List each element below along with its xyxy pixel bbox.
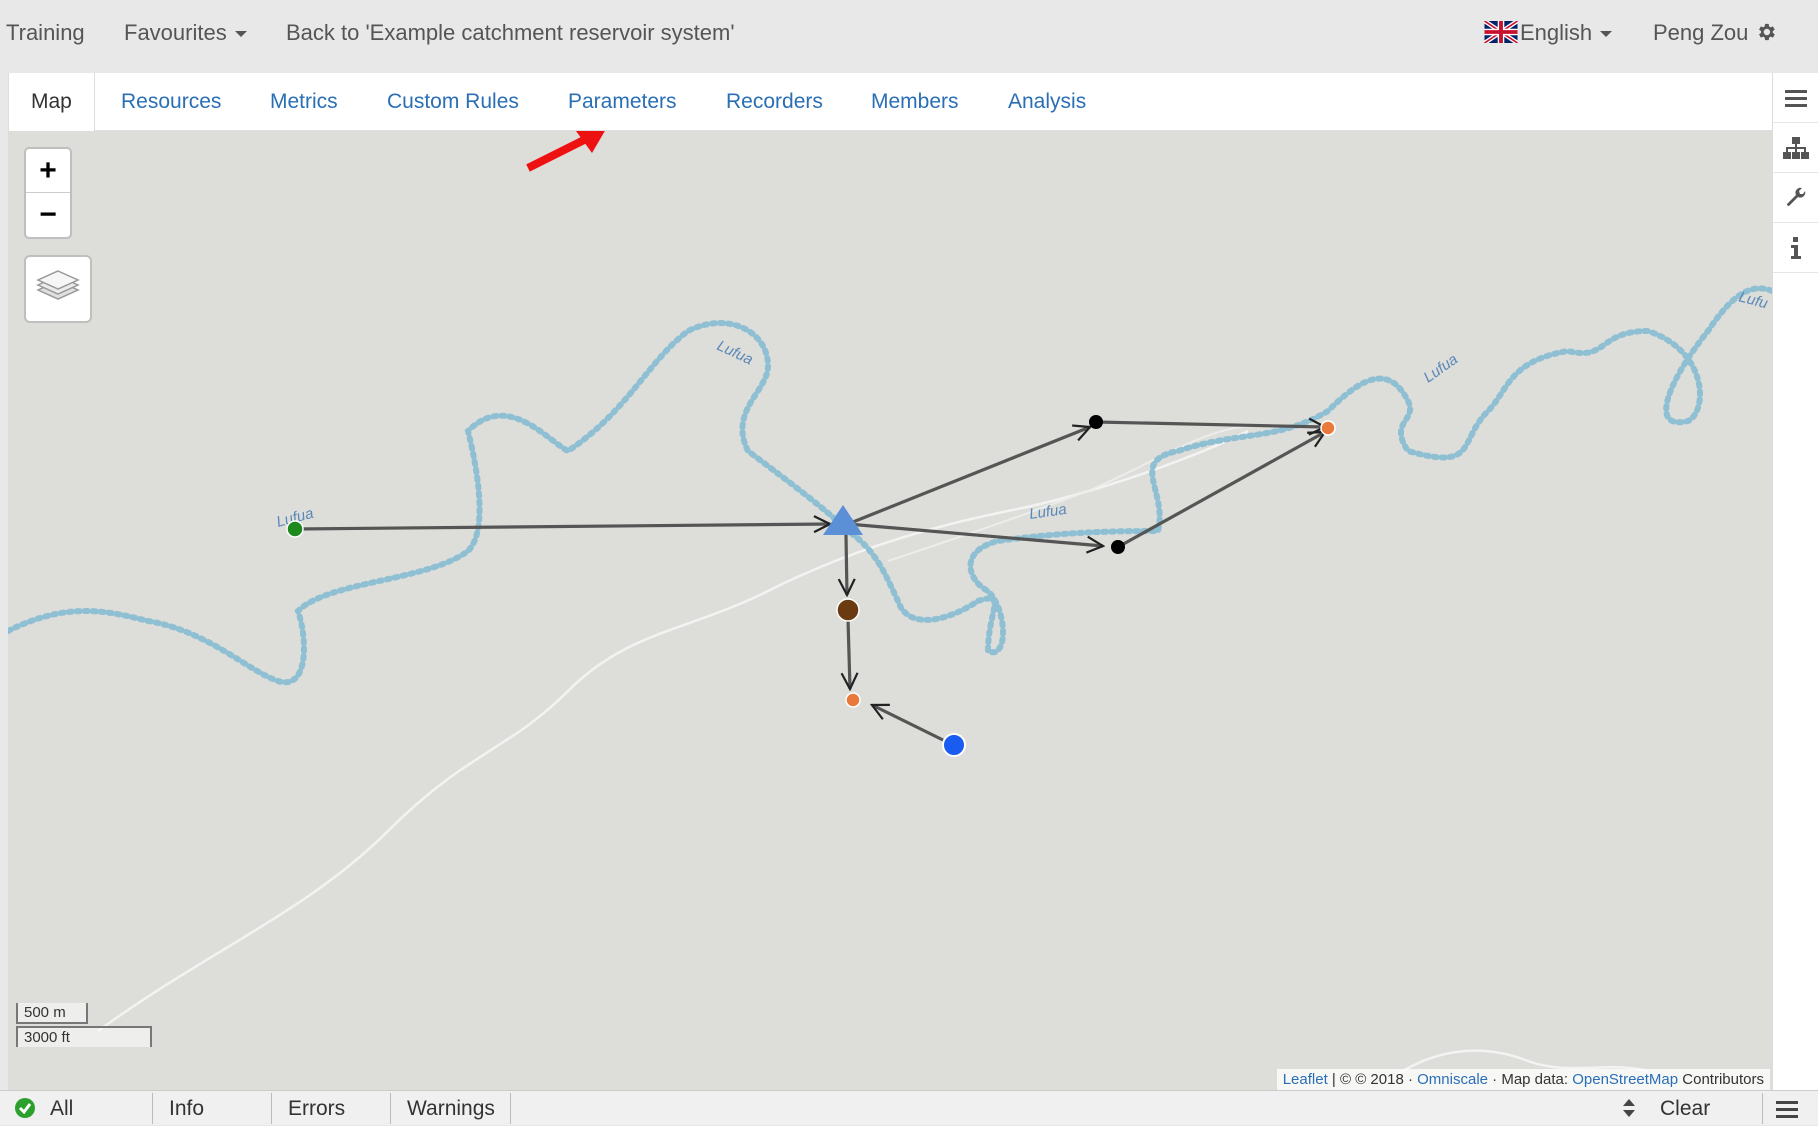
layers-button[interactable] [24, 255, 92, 323]
caret-down-icon [1600, 31, 1613, 38]
wrench-icon [1787, 187, 1806, 206]
zoom-out-button[interactable]: − [26, 193, 70, 237]
annotation-arrow [526, 131, 605, 172]
network-edge [848, 618, 850, 689]
favourites-dropdown[interactable]: Favourites [124, 20, 247, 46]
log-statusbar: All Info Errors Warnings Clear [0, 1090, 1818, 1125]
top-navbar: Training Favourites Back to 'Example cat… [0, 0, 1818, 70]
network-edge [846, 534, 847, 595]
user-name: Peng Zou [1653, 20, 1749, 45]
filter-all[interactable]: All [50, 1091, 73, 1126]
tab-members[interactable]: Members [871, 73, 959, 131]
filter-errors[interactable]: Errors [288, 1091, 345, 1126]
menu-button[interactable] [1773, 73, 1818, 123]
filter-warnings[interactable]: Warnings [407, 1091, 495, 1126]
network-edge [1117, 430, 1325, 549]
language-dropdown[interactable]: English [1484, 20, 1613, 46]
tab-resources[interactable]: Resources [121, 73, 221, 131]
clear-button[interactable]: Clear [1660, 1091, 1710, 1126]
attribution-text: · Map data: [1488, 1071, 1573, 1088]
language-label: English [1520, 20, 1593, 45]
tab-custom-rules[interactable]: Custom Rules [387, 73, 519, 131]
leaflet-link[interactable]: Leaflet [1283, 1071, 1328, 1088]
network-map: Lufua Lufua Lufua Lufua Lufu [8, 285, 1772, 1083]
tab-bar: Map Resources Metrics Custom Rules Param… [8, 73, 1772, 131]
uk-flag-icon [1484, 21, 1518, 43]
link-node[interactable] [1089, 415, 1103, 429]
river-label: Lufua [714, 337, 755, 368]
user-menu[interactable]: Peng Zou [1653, 20, 1777, 46]
scale-imperial: 3000 ft [16, 1026, 152, 1047]
network-edge [872, 703, 946, 743]
caret-down-icon [234, 31, 247, 38]
map-attribution: Leaflet | © © 2018 · Omniscale · Map dat… [1276, 1069, 1770, 1090]
hierarchy-icon [1783, 136, 1809, 159]
menu-icon [1785, 89, 1807, 107]
output-node[interactable] [845, 692, 861, 708]
training-link[interactable]: Training [6, 20, 85, 46]
river [8, 285, 1772, 686]
info-button[interactable] [1773, 223, 1818, 273]
network-edge [295, 524, 830, 529]
demand-node[interactable] [836, 598, 860, 622]
omniscale-link[interactable]: Omniscale [1417, 1071, 1488, 1088]
river-label: Lufua [1421, 351, 1462, 386]
output-node[interactable] [1320, 420, 1336, 436]
map-canvas[interactable]: Lufua Lufua Lufua Lufua Lufu + − 500 m 3… [8, 131, 1772, 1090]
gear-icon [1758, 23, 1775, 41]
divider [510, 1093, 511, 1124]
wrench-button[interactable] [1773, 173, 1818, 223]
tab-parameters[interactable]: Parameters [568, 73, 677, 131]
hierarchy-button[interactable] [1773, 123, 1818, 173]
divider [390, 1093, 391, 1124]
layers-icon [36, 270, 80, 300]
input-node[interactable] [942, 733, 966, 757]
link-node[interactable] [1111, 540, 1125, 554]
scale-metric: 500 m [16, 1003, 88, 1024]
divider [271, 1093, 272, 1124]
favourites-label: Favourites [124, 20, 227, 45]
back-link[interactable]: Back to 'Example catchment reservoir sys… [286, 20, 735, 46]
tab-map[interactable]: Map [8, 73, 95, 131]
tab-recorders[interactable]: Recorders [726, 73, 823, 131]
tab-metrics[interactable]: Metrics [270, 73, 338, 131]
menu-icon[interactable] [1776, 1099, 1798, 1119]
check-circle-icon [15, 1098, 35, 1118]
filter-info[interactable]: Info [169, 1091, 204, 1126]
divider [152, 1093, 153, 1124]
divider [1762, 1093, 1763, 1124]
info-icon [1791, 236, 1801, 259]
tab-analysis[interactable]: Analysis [1008, 73, 1086, 131]
catchment-node[interactable] [286, 520, 304, 538]
terrain-line [97, 429, 1249, 1033]
osm-link[interactable]: OpenStreetMap [1572, 1071, 1678, 1088]
right-sidebar [1772, 73, 1818, 1090]
sort-icon[interactable] [1622, 1097, 1636, 1119]
river-label: Lufu [1737, 288, 1770, 312]
attribution-text: | © © 2018 · [1327, 1071, 1418, 1088]
attribution-text: Contributors [1678, 1071, 1764, 1088]
